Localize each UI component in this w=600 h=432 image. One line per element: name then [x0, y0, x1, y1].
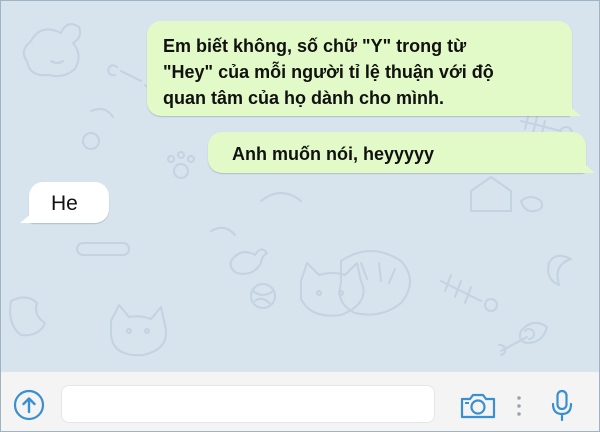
bubble-tail	[569, 106, 581, 116]
chat-area: Em biết không, số chữ "Y" trong từ "Hey"…	[1, 1, 599, 371]
incoming-message: He	[20, 182, 109, 223]
camera-icon	[460, 393, 496, 419]
vertical-dots-icon	[517, 396, 521, 416]
more-options-button[interactable]	[515, 394, 523, 418]
message-line: Em biết không, số chữ "Y" trong từ	[163, 36, 467, 56]
message-text: Anh muốn nói, heyyyyy	[232, 144, 435, 164]
attach-button[interactable]	[13, 389, 45, 421]
microphone-icon	[551, 389, 573, 422]
outgoing-message: Em biết không, số chữ "Y" trong từ "Hey"…	[147, 21, 581, 116]
outgoing-message: Anh muốn nói, heyyyyy	[208, 132, 595, 173]
arrow-up-circle-icon	[13, 389, 45, 421]
messenger-window: Em biết không, số chữ "Y" trong từ "Hey"…	[0, 0, 600, 432]
camera-button[interactable]	[459, 392, 497, 420]
message-input[interactable]	[61, 385, 435, 423]
message-text: He	[51, 192, 78, 215]
message-composer	[1, 371, 599, 431]
bubble-tail	[20, 213, 32, 223]
bubble-tail	[583, 163, 595, 173]
voice-message-button[interactable]	[549, 388, 575, 424]
message-line: "Hey" của mỗi người tỉ lệ thuận với độ	[163, 62, 494, 82]
message-line: quan tâm của họ dành cho mình.	[163, 88, 445, 108]
